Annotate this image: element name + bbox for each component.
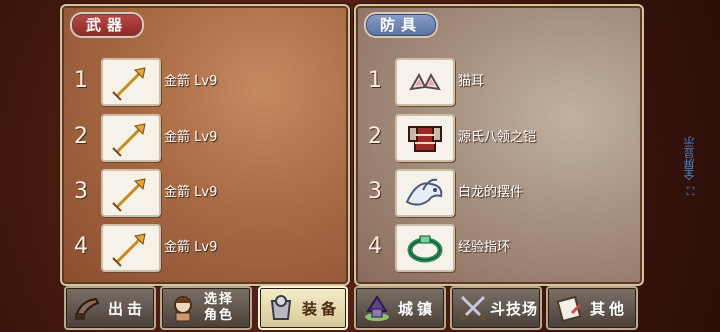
golden-arrow-icon xyxy=(101,224,161,272)
sortie-icon xyxy=(70,291,104,325)
weapon-name: 金箭 Lv9 xyxy=(164,240,218,255)
bottom-tab-bar: 出击 选择 角色 装备 城镇 斗技场 其他 xyxy=(60,286,640,330)
slot-number: 2 xyxy=(368,124,382,149)
tab-label: 出击 xyxy=(108,299,147,318)
weapon-slot-3[interactable]: 3 金箭 Lv9 xyxy=(62,169,342,217)
armor-name: 经验指环 xyxy=(458,240,511,255)
armor-slot-3[interactable]: 3 白龙的摆件 xyxy=(356,169,636,217)
town-icon xyxy=(360,291,394,325)
tab-sortie[interactable]: 出击 xyxy=(64,286,156,330)
tab-label: 斗技场 xyxy=(490,299,539,318)
tab-label-line1: 选择 xyxy=(204,292,235,307)
slot-number: 3 xyxy=(368,179,382,204)
armor-slot-4[interactable]: 4 经验指环 xyxy=(356,224,636,272)
white-dragon-icon xyxy=(395,169,455,217)
armor-icon xyxy=(395,114,455,162)
weapon-panel-title: 武器 xyxy=(70,12,144,38)
weapon-slot-1[interactable]: 1 金箭 Lv9 xyxy=(62,58,342,106)
armor-name: 猫耳 xyxy=(458,74,485,89)
slot-number: 3 xyxy=(74,179,88,204)
tab-town[interactable]: 城镇 xyxy=(354,286,446,330)
slot-number: 1 xyxy=(368,68,382,93)
equipment-icon xyxy=(264,291,298,325)
armor-slot-1[interactable]: 1 猫耳 xyxy=(356,58,636,106)
armor-slot-2[interactable]: 2 源氏八领之铠 xyxy=(356,114,636,162)
tab-label-line2: 角色 xyxy=(204,308,235,323)
golden-arrow-icon xyxy=(101,58,161,106)
armor-name: 白龙的摆件 xyxy=(458,185,524,200)
fullscreen-label: 全屏显示 xyxy=(683,136,696,181)
golden-arrow-icon xyxy=(101,114,161,162)
weapon-name: 金箭 Lv9 xyxy=(164,130,218,145)
arena-icon xyxy=(456,291,490,325)
tab-label: 城镇 xyxy=(398,299,437,318)
ring-icon xyxy=(395,224,455,272)
weapon-slot-2[interactable]: 2 金箭 Lv9 xyxy=(62,114,342,162)
weapon-slot-4[interactable]: 4 金箭 Lv9 xyxy=(62,224,342,272)
slot-number: 4 xyxy=(74,234,88,259)
tab-equipment[interactable]: 装备 xyxy=(258,286,348,330)
tab-label: 选择 角色 xyxy=(204,292,234,324)
tab-select-character[interactable]: 选择 角色 xyxy=(160,286,252,330)
armor-panel: 防具 1 猫耳 2 源氏八领之铠 3 白龙的摆件 4 经验指环 xyxy=(354,4,644,286)
cat-ears-icon xyxy=(395,58,455,106)
armor-name: 源氏八领之铠 xyxy=(458,130,537,145)
golden-arrow-icon xyxy=(101,169,161,217)
tab-label: 其他 xyxy=(590,299,629,318)
weapon-panel: 武器 1 金箭 Lv9 2 金箭 Lv9 3 金箭 Lv9 4 金箭 Lv9 xyxy=(60,4,350,286)
tab-arena[interactable]: 斗技场 xyxy=(450,286,542,330)
weapon-name: 金箭 Lv9 xyxy=(164,74,218,89)
armor-panel-title: 防具 xyxy=(364,12,438,38)
weapon-name: 金箭 Lv9 xyxy=(164,185,218,200)
slot-number: 2 xyxy=(74,124,88,149)
fullscreen-button[interactable]: ⛶ 全屏显示 xyxy=(682,126,698,206)
slot-number: 1 xyxy=(74,68,88,93)
character-icon xyxy=(166,291,200,325)
tab-other[interactable]: 其他 xyxy=(546,286,638,330)
other-icon xyxy=(552,291,586,325)
tab-label: 装备 xyxy=(302,299,341,318)
fullscreen-icon: ⛶ xyxy=(683,180,696,196)
slot-number: 4 xyxy=(368,234,382,259)
